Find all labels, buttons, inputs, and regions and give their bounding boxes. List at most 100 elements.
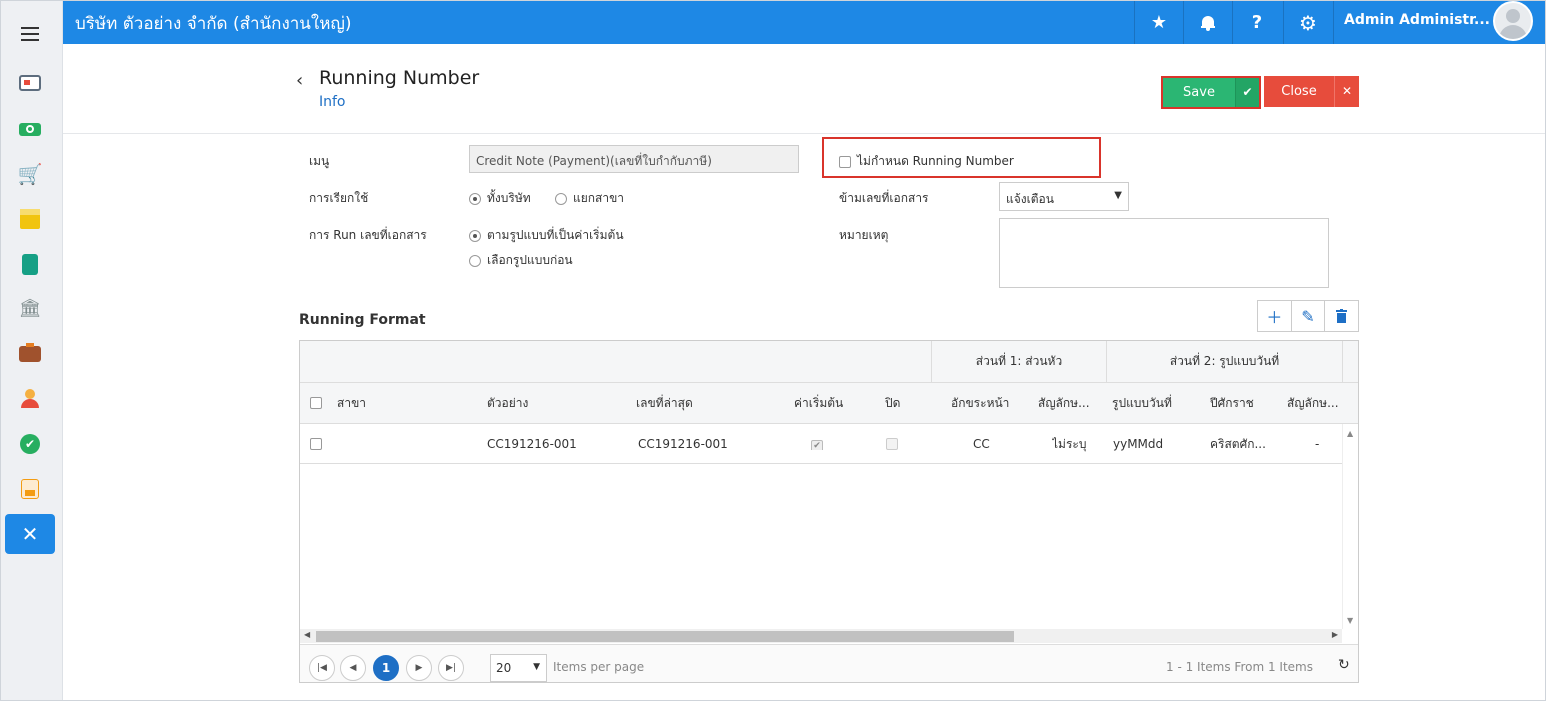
items-per-page-label: Items per page <box>553 660 645 674</box>
user-menu[interactable]: Admin Administr... <box>1333 1 1503 44</box>
first-page-icon[interactable]: |◀ <box>309 655 335 681</box>
transfer-icon <box>21 479 39 499</box>
col-symbol2[interactable]: สัญลักษ... <box>1287 383 1343 424</box>
col-latest[interactable]: เลขที่ล่าสุด <box>636 383 693 424</box>
row-checkbox[interactable] <box>310 438 322 450</box>
table-row[interactable]: CC191216-001 CC191216-001 ✔ CC ไม่ระบุ y… <box>300 424 1342 464</box>
page-number-button[interactable]: 1 <box>373 655 399 681</box>
scroll-left-icon[interactable]: ◀ <box>304 630 310 639</box>
run-radio-choose[interactable]: เลือกรูปแบบก่อน <box>469 251 573 270</box>
app-window: 🛒 🏛 ✔ ✕ บริษัท ตัวอย่าง จำกัด (สำนักงานใ… <box>0 0 1546 701</box>
top-bar: บริษัท ตัวอย่าง จำกัด (สำนักงานใหญ่) ★ ?… <box>63 1 1545 44</box>
pager-info: 1 - 1 Items From 1 Items <box>1166 660 1313 674</box>
company-name[interactable]: บริษัท ตัวอย่าง จำกัด (สำนักงานใหญ่) <box>75 10 352 37</box>
save-button[interactable]: Save ✔ <box>1161 76 1261 109</box>
tools-icon: ✕ <box>21 522 39 546</box>
notification-button[interactable] <box>1183 1 1232 44</box>
sidebar-item-contacts[interactable] <box>5 379 55 419</box>
last-page-icon[interactable]: ▶| <box>438 655 464 681</box>
group-header-row: ส่วนที่ 1: ส่วนหัว ส่วนที่ 2: รูปแบบวันท… <box>300 341 1358 383</box>
close-button[interactable]: Close ✕ <box>1264 76 1359 107</box>
skip-select[interactable]: แจ้งเตือน ▼ <box>999 182 1129 211</box>
run-radio-default[interactable]: ตามรูปแบบที่เป็นค่าเริ่มต้น <box>469 226 624 245</box>
radio-label: เลือกรูปแบบก่อน <box>487 253 573 267</box>
run-label: การ Run เลขที่เอกสาร <box>309 228 427 242</box>
help-button[interactable]: ? <box>1232 1 1281 44</box>
col-prefix[interactable]: อักขระหน้า <box>951 383 1009 424</box>
skip-label: ข้ามเลขที่เอกสาร <box>839 191 929 205</box>
scroll-right-icon[interactable]: ▶ <box>1332 630 1338 639</box>
bell-icon <box>1201 15 1215 31</box>
scroll-down-icon[interactable]: ▼ <box>1347 616 1353 625</box>
col-default[interactable]: ค่าเริ่มต้น <box>794 383 843 424</box>
save-button-label[interactable]: Save <box>1163 78 1235 107</box>
person-icon <box>19 389 41 409</box>
vertical-scrollbar[interactable]: ▲ ▼ <box>1342 424 1358 629</box>
radio-dot[interactable] <box>469 254 481 267</box>
cart-icon: 🛒 <box>17 162 43 186</box>
group-header-part2: ส่วนที่ 2: รูปแบบวันที่ <box>1106 341 1342 383</box>
prev-page-icon[interactable]: ◀ <box>340 655 366 681</box>
grid-toolbar: ＋ ✎ <box>1257 300 1359 332</box>
bank-icon: 🏛 <box>18 298 42 319</box>
favorite-button[interactable]: ★ <box>1134 1 1183 44</box>
col-era[interactable]: ปีศักราช <box>1210 383 1254 424</box>
avatar[interactable] <box>1493 1 1533 41</box>
sidebar-item-accounting[interactable] <box>5 244 55 284</box>
note-textarea[interactable] <box>999 218 1329 288</box>
radio-dot[interactable] <box>469 192 481 205</box>
radio-label: ตามรูปแบบที่เป็นค่าเริ่มต้น <box>487 228 624 242</box>
horizontal-scrollbar[interactable]: ◀ ▶ <box>300 629 1342 643</box>
sidebar-item-inventory[interactable] <box>5 199 55 239</box>
book-icon <box>22 253 38 275</box>
usage-radio-company[interactable]: ทั้งบริษัท <box>469 189 531 208</box>
page-size-select[interactable]: 20 ▼ <box>490 654 547 682</box>
col-date-format[interactable]: รูปแบบวันที่ <box>1112 383 1172 424</box>
save-dropdown-check-icon[interactable]: ✔ <box>1235 78 1259 107</box>
add-icon[interactable]: ＋ <box>1258 301 1292 331</box>
sidebar-item-approval[interactable]: ✔ <box>5 424 55 464</box>
scroll-up-icon[interactable]: ▲ <box>1347 429 1353 438</box>
radio-label: ทั้งบริษัท <box>487 191 531 205</box>
sidebar-item-dashboard[interactable] <box>5 63 55 103</box>
dropdown-arrow-icon: ▼ <box>1114 190 1122 201</box>
cell-default-checkbox: ✔ <box>811 438 823 450</box>
wallet-icon <box>19 343 41 362</box>
menu-label: เมนู <box>309 154 330 168</box>
radio-dot[interactable] <box>469 229 481 242</box>
sidebar-item-sales[interactable]: 🛒 <box>5 154 55 194</box>
group-header-part1: ส่วนที่ 1: ส่วนหัว <box>931 341 1106 383</box>
col-symbol1[interactable]: สัญลักษ... <box>1038 383 1096 424</box>
cell-latest: CC191216-001 <box>638 437 728 451</box>
settings-button[interactable]: ⚙ <box>1283 1 1332 44</box>
col-example[interactable]: ตัวอย่าง <box>487 383 528 424</box>
page-subtitle: Info <box>319 94 346 110</box>
group-header-spacer <box>1342 341 1358 383</box>
col-closed[interactable]: ปิด <box>885 383 900 424</box>
left-icon-rail: 🛒 🏛 ✔ ✕ <box>1 1 63 700</box>
cell-symbol2: - <box>1315 437 1320 451</box>
next-page-icon[interactable]: ▶ <box>406 655 432 681</box>
refresh-icon[interactable]: ↻ <box>1338 657 1350 673</box>
edit-icon[interactable]: ✎ <box>1292 301 1326 331</box>
back-chevron-icon[interactable]: ‹ <box>296 70 303 91</box>
checkbox-label: ไม่กำหนด Running Number <box>857 154 1014 168</box>
sidebar-item-settings[interactable]: ✕ <box>5 514 55 554</box>
checkbox[interactable] <box>839 155 851 168</box>
column-header-row: สาขา ตัวอย่าง เลขที่ล่าสุด ค่าเริ่มต้น ป… <box>300 383 1358 424</box>
col-branch[interactable]: สาขา <box>337 383 366 424</box>
sidebar-item-transfer[interactable] <box>5 469 55 509</box>
select-all-checkbox[interactable] <box>310 397 322 409</box>
close-button-label[interactable]: Close <box>1264 76 1334 107</box>
close-icon[interactable]: ✕ <box>1334 76 1359 107</box>
menu-toggle-icon[interactable] <box>21 27 39 41</box>
sidebar-item-bank[interactable]: 🏛 <box>5 289 55 329</box>
sidebar-item-wallet[interactable] <box>5 334 55 374</box>
scroll-thumb[interactable] <box>316 631 1014 642</box>
usage-radio-branch[interactable]: แยกสาขา <box>555 189 624 208</box>
sidebar-item-finance[interactable] <box>5 109 55 149</box>
no-running-checkbox[interactable]: ไม่กำหนด Running Number <box>839 152 1014 171</box>
radio-dot[interactable] <box>555 192 567 205</box>
delete-icon[interactable] <box>1325 301 1358 331</box>
box-icon <box>20 209 40 229</box>
